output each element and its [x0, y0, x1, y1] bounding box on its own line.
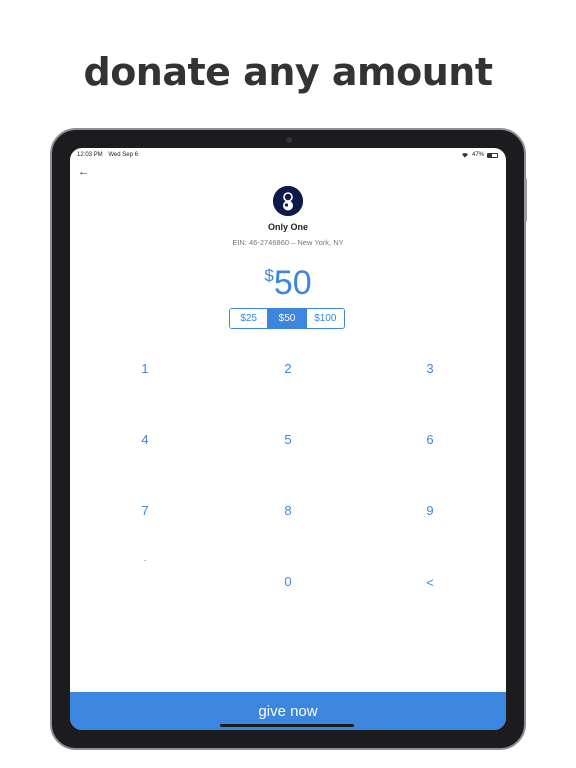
app-screen: 12:03 PM Wed Sep 6 47% ← Only One EIN: 4… [70, 148, 506, 730]
keypad-key-7[interactable]: 7 [105, 490, 185, 530]
keypad-key-4[interactable]: 4 [105, 419, 185, 459]
device-side-button [524, 178, 527, 222]
keypad-key-0[interactable]: 0 [248, 561, 328, 601]
logo-glyph-icon [273, 186, 303, 216]
front-camera [286, 137, 292, 143]
keypad-backspace-button[interactable]: < [390, 562, 470, 602]
amount-value: 50 [273, 264, 312, 302]
keypad-key-9[interactable]: 9 [390, 490, 470, 530]
wifi-icon [461, 153, 468, 158]
keypad-key-2[interactable]: 2 [248, 348, 328, 388]
battery-icon [487, 152, 498, 158]
organization-ein-location: EIN: 46-2746860 – New York, NY [232, 238, 344, 247]
status-date: Wed Sep 6 [108, 152, 138, 158]
status-time: 12:03 PM [77, 152, 103, 158]
keypad-key-decimal[interactable]: . [105, 538, 185, 578]
keypad-key-8[interactable]: 8 [248, 490, 328, 530]
home-indicator [220, 724, 354, 727]
keypad-key-5[interactable]: 5 [248, 419, 328, 459]
keypad-key-3[interactable]: 3 [390, 348, 470, 388]
preset-50-button[interactable]: $50 [268, 309, 307, 328]
preset-amount-selector: $25 $50 $100 [229, 308, 345, 329]
status-bar: 12:03 PM Wed Sep 6 47% [70, 148, 506, 162]
amount-currency: $ [264, 266, 274, 285]
donation-amount: $50 [70, 264, 506, 303]
back-arrow-icon[interactable]: ← [78, 166, 89, 178]
organization-logo [273, 186, 303, 216]
organization-name: Only One [267, 222, 308, 232]
keypad-key-1[interactable]: 1 [105, 348, 185, 388]
battery-percent: 47% [471, 152, 484, 158]
preset-25-button[interactable]: $25 [230, 309, 269, 328]
headline: donate any amount [83, 50, 493, 94]
preset-100-button[interactable]: $100 [306, 309, 344, 328]
keypad-key-6[interactable]: 6 [390, 419, 470, 459]
